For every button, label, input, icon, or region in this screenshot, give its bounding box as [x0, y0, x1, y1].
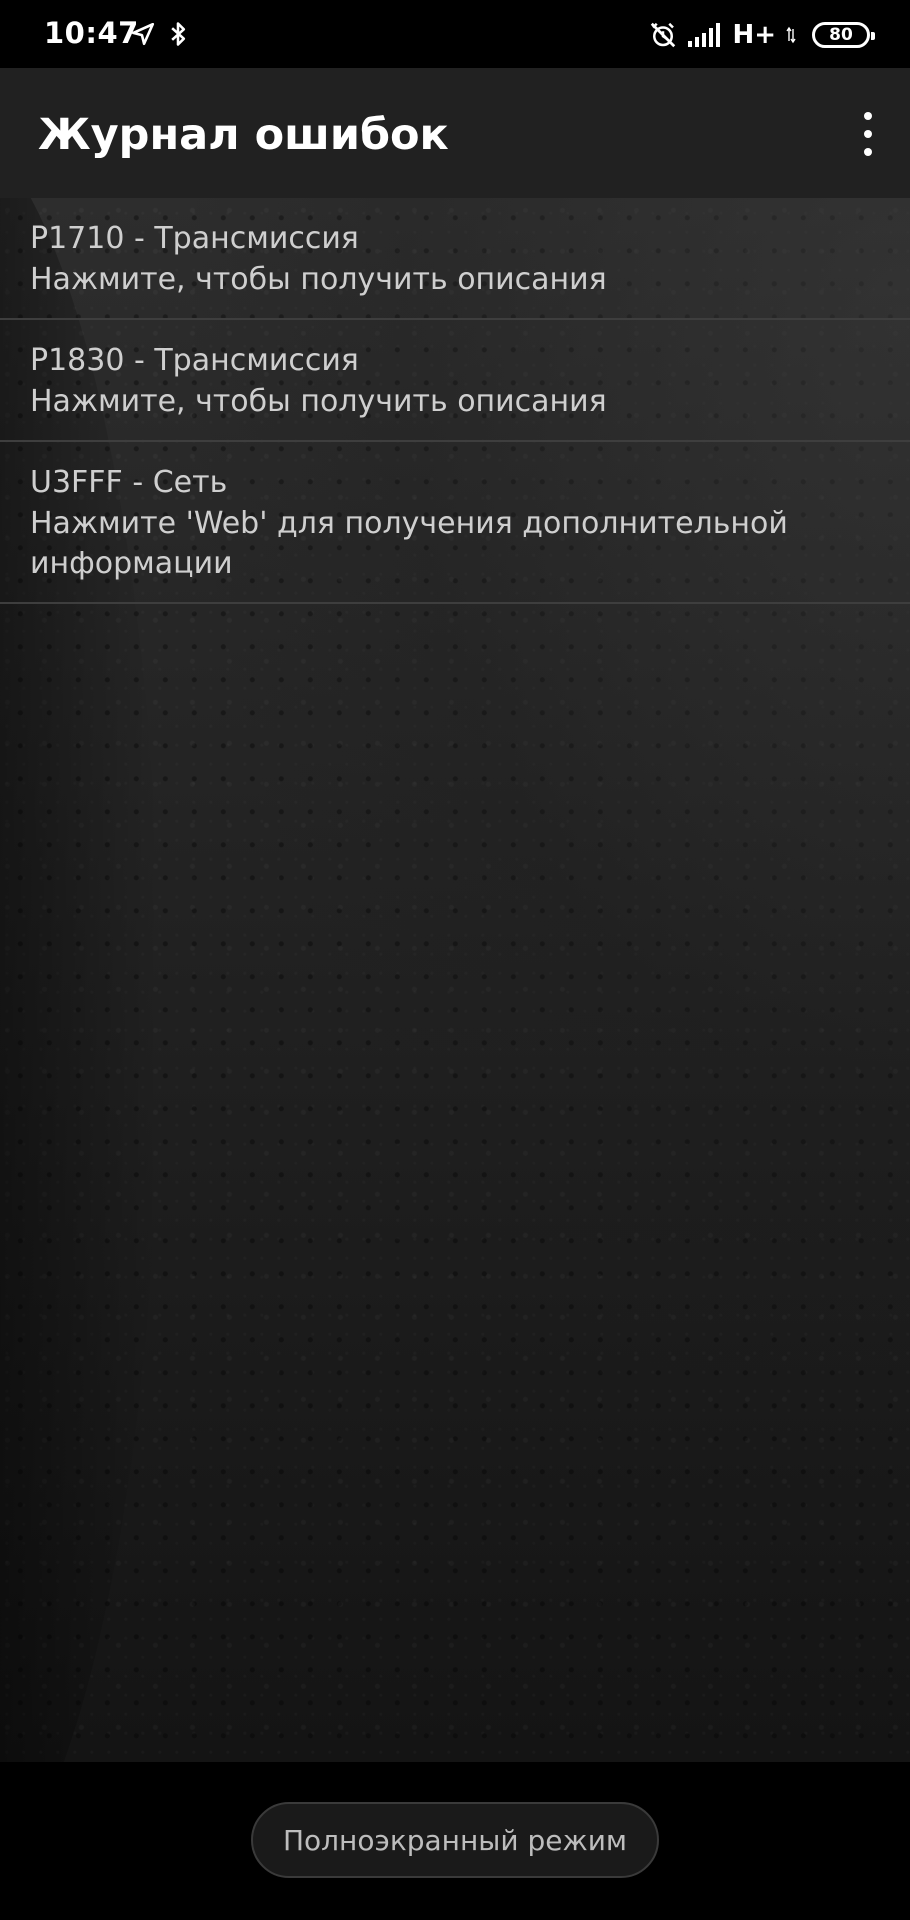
network-type-label: H+ — [732, 20, 776, 50]
bottom-bar: Полноэкранный режим — [0, 1762, 910, 1920]
overflow-menu-button[interactable] — [856, 112, 880, 156]
status-time: 10:47 — [44, 16, 139, 50]
error-item[interactable]: P1830 - Трансмиссия Нажмите, чтобы получ… — [0, 320, 910, 442]
app-bar: Журнал ошибок — [0, 68, 910, 198]
fullscreen-mode-button[interactable]: Полноэкранный режим — [251, 1802, 659, 1878]
error-code-title: P1830 - Трансмиссия — [30, 343, 359, 378]
page-title: Журнал ошибок — [38, 110, 449, 160]
error-hint: Нажмите 'Web' для получения дополнительн… — [30, 506, 788, 581]
status-right-icons: H+ 80 — [648, 20, 875, 50]
location-arrow-icon — [131, 22, 155, 46]
signal-strength-icon — [688, 23, 721, 47]
error-code-title: U3FFF - Сеть — [30, 465, 228, 500]
error-list-area: P1710 - Трансмиссия Нажмите, чтобы получ… — [0, 198, 910, 1762]
error-list: P1710 - Трансмиссия Нажмите, чтобы получ… — [0, 198, 910, 604]
error-hint: Нажмите, чтобы получить описания — [30, 384, 607, 419]
more-vertical-icon-dot — [864, 148, 872, 156]
error-item[interactable]: P1710 - Трансмиссия Нажмите, чтобы получ… — [0, 198, 910, 320]
battery-level: 80 — [829, 25, 853, 45]
screen: 10:47 H+ 80 Журнал ошибок P1710 - Трансм… — [0, 0, 910, 1920]
bluetooth-icon — [171, 22, 186, 46]
alarm-off-icon — [651, 22, 676, 48]
more-vertical-icon — [864, 112, 872, 120]
error-item[interactable]: U3FFF - Сеть Нажмите 'Web' для получения… — [0, 442, 910, 604]
battery-icon: 80 — [812, 22, 875, 48]
data-arrows-icon — [786, 26, 796, 44]
status-left-icons — [130, 20, 188, 48]
error-hint: Нажмите, чтобы получить описания — [30, 262, 607, 297]
status-bar: 10:47 H+ 80 — [0, 0, 910, 68]
error-code-title: P1710 - Трансмиссия — [30, 221, 359, 256]
more-vertical-icon-dot — [864, 130, 872, 138]
